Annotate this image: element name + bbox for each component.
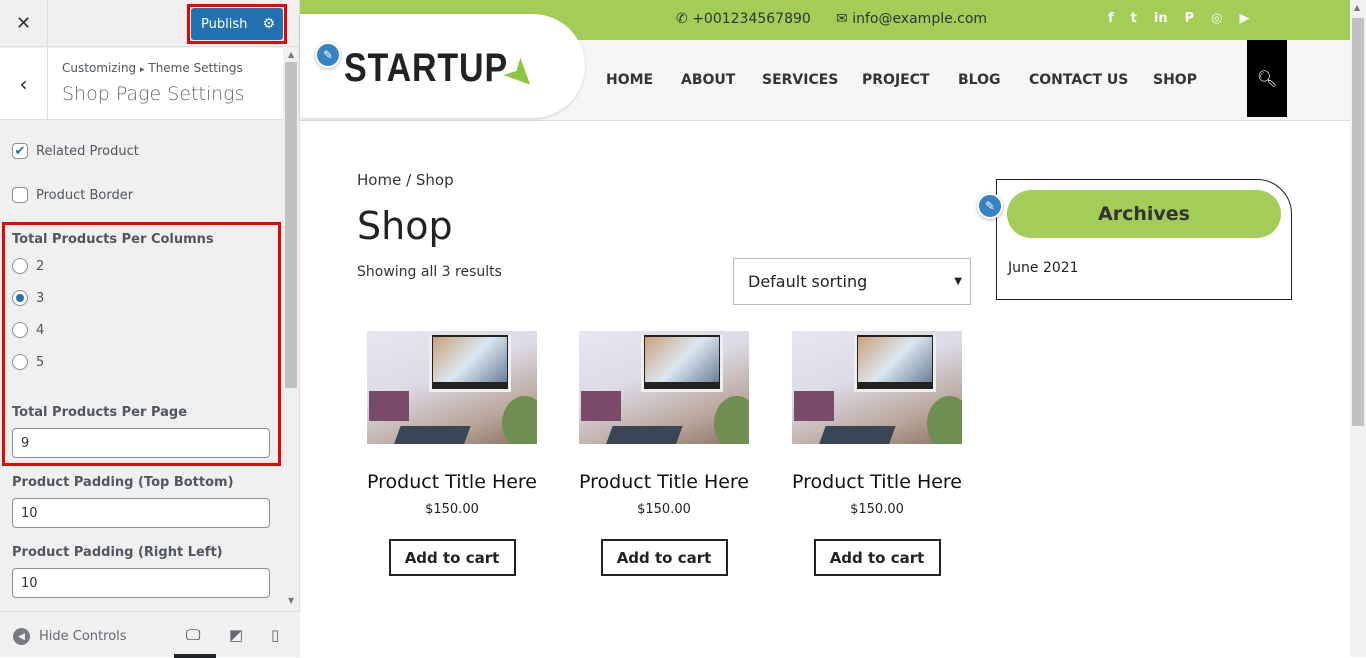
nav-shop[interactable]: SHOP xyxy=(1153,72,1197,88)
per-page-input[interactable] xyxy=(12,428,270,458)
sorting-select[interactable]: Default sorting ▼ xyxy=(733,258,971,305)
nav-home[interactable]: HOME xyxy=(606,72,653,88)
padding-tb-input[interactable] xyxy=(12,498,270,528)
product-border-checkbox[interactable]: Product Border xyxy=(12,187,133,203)
archive-link[interactable]: June 2021 xyxy=(1008,260,1079,276)
hide-controls-button[interactable]: ◀ Hide Controls xyxy=(13,628,127,645)
search-button[interactable]: 🔍︎ xyxy=(1247,40,1287,117)
edit-shortcut-icon[interactable]: ✎ xyxy=(977,193,1003,219)
phone-text: +001234567890 xyxy=(692,11,811,27)
radio-selected[interactable] xyxy=(12,290,28,306)
tablet-preview-icon[interactable]: ◩ xyxy=(229,626,243,644)
product-price: $150.00 xyxy=(425,502,479,517)
add-to-cart-button[interactable]: Add to cart xyxy=(813,539,941,576)
radio-label: 2 xyxy=(36,258,45,274)
checkbox-label: Product Border xyxy=(36,187,134,203)
collapse-icon: ◀ xyxy=(13,628,30,645)
radio-label: 5 xyxy=(36,354,45,370)
instagram-icon[interactable]: ◎ xyxy=(1211,11,1222,26)
product-image[interactable] xyxy=(579,331,749,444)
radio-label: 3 xyxy=(36,290,45,306)
checkbox-unchecked[interactable] xyxy=(12,187,28,203)
customizer-header: ✕ Publish ⚙ xyxy=(0,0,300,47)
product-price: $150.00 xyxy=(637,502,691,517)
back-button[interactable]: ‹ xyxy=(0,48,48,119)
breadcrumb-separator: ▸ xyxy=(140,65,145,75)
phone-icon: ✆ xyxy=(676,11,688,27)
archives-title: Archives xyxy=(1007,190,1281,238)
gear-icon[interactable]: ⚙ xyxy=(262,16,275,32)
radio-option-5[interactable]: 5 xyxy=(12,354,44,370)
checkbox-label: Related Product xyxy=(36,143,139,159)
email-text: info@example.com xyxy=(852,11,988,27)
social-links: f t in P ◎ ▶ xyxy=(1108,11,1249,26)
product-card: Product Title Here $150.00 Add to cart xyxy=(367,331,537,576)
product-card: Product Title Here $150.00 Add to cart xyxy=(792,331,962,576)
email-contact[interactable]: ✉ info@example.com xyxy=(836,11,987,27)
facebook-icon[interactable]: f xyxy=(1108,11,1114,26)
chevron-left-icon: ‹ xyxy=(19,71,28,96)
add-to-cart-button[interactable]: Add to cart xyxy=(388,539,516,576)
section-header: ‹ Customizing ▸ Theme Settings Shop Page… xyxy=(0,48,283,120)
product-image[interactable] xyxy=(367,331,537,444)
nav-contact-us[interactable]: CONTACT US xyxy=(1029,72,1128,88)
product-price: $150.00 xyxy=(850,502,904,517)
nav-services[interactable]: SERVICES xyxy=(762,72,838,88)
preview-scrollbar-thumb[interactable] xyxy=(1352,18,1364,426)
radio-label: 4 xyxy=(36,322,45,338)
mobile-preview-icon[interactable]: ▯ xyxy=(271,626,279,644)
publish-label: Publish xyxy=(201,16,248,32)
nav-project[interactable]: PROJECT xyxy=(862,72,930,88)
twitter-icon[interactable]: t xyxy=(1131,11,1137,26)
product-image[interactable] xyxy=(792,331,962,444)
radio-option-4[interactable]: 4 xyxy=(12,322,44,338)
section-title: Shop Page Settings xyxy=(62,83,245,105)
columns-label: Total Products Per Columns xyxy=(12,232,214,247)
youtube-icon[interactable]: ▶ xyxy=(1239,11,1249,26)
site-logo[interactable]: STARTUP xyxy=(344,46,508,91)
search-icon: 🔍︎ xyxy=(1256,69,1278,88)
linkedin-icon[interactable]: in xyxy=(1154,11,1168,26)
per-page-label: Total Products Per Page xyxy=(12,405,188,420)
breadcrumb: Home / Shop xyxy=(357,171,454,189)
active-device-indicator xyxy=(174,654,216,658)
nav-blog[interactable]: BLOG xyxy=(958,72,1001,88)
product-card: Product Title Here $150.00 Add to cart xyxy=(579,331,749,576)
product-title[interactable]: Product Title Here xyxy=(579,470,749,494)
edit-shortcut-icon[interactable]: ✎ xyxy=(315,42,341,68)
checkbox-checked[interactable]: ✔ xyxy=(12,143,28,159)
product-title[interactable]: Product Title Here xyxy=(367,470,537,494)
radio[interactable] xyxy=(12,322,28,338)
close-icon: ✕ xyxy=(15,13,32,34)
result-count: Showing all 3 results xyxy=(357,264,502,280)
radio-option-3[interactable]: 3 xyxy=(12,290,44,306)
add-to-cart-button[interactable]: Add to cart xyxy=(600,539,728,576)
desktop-preview-icon[interactable]: 🖵 xyxy=(186,626,200,644)
page-title: Shop xyxy=(357,204,453,248)
phone-contact[interactable]: ✆ +001234567890 xyxy=(676,11,811,27)
related-product-checkbox[interactable]: ✔ Related Product xyxy=(12,143,139,159)
close-button[interactable]: ✕ xyxy=(0,0,48,47)
customizer-sidebar: ✕ Publish ⚙ ‹ Customizing ▸ Theme Setting… xyxy=(0,0,300,658)
radio-option-2[interactable]: 2 xyxy=(12,258,44,274)
padding-tb-label: Product Padding (Top Bottom) xyxy=(12,475,234,490)
padding-rl-input[interactable] xyxy=(12,568,270,598)
breadcrumb: Customizing ▸ Theme Settings xyxy=(62,61,243,75)
hide-controls-label: Hide Controls xyxy=(39,629,127,644)
scrollbar-thumb[interactable] xyxy=(285,62,297,388)
envelope-icon: ✉ xyxy=(836,11,848,27)
publish-button[interactable]: Publish ⚙ xyxy=(191,8,283,40)
product-title[interactable]: Product Title Here xyxy=(792,470,962,494)
sorting-value: Default sorting xyxy=(748,272,868,291)
padding-rl-label: Product Padding (Right Left) xyxy=(12,545,223,560)
pinterest-icon[interactable]: P xyxy=(1185,11,1195,26)
chevron-down-icon: ▼ xyxy=(954,276,962,287)
breadcrumb-item: Customizing xyxy=(62,61,137,75)
radio[interactable] xyxy=(12,258,28,274)
radio[interactable] xyxy=(12,354,28,370)
nav-about[interactable]: ABOUT xyxy=(681,72,735,88)
customizer-footer: ◀ Hide Controls 🖵 ◩ ▯ xyxy=(0,611,300,658)
breadcrumb-item: Theme Settings xyxy=(148,61,243,75)
